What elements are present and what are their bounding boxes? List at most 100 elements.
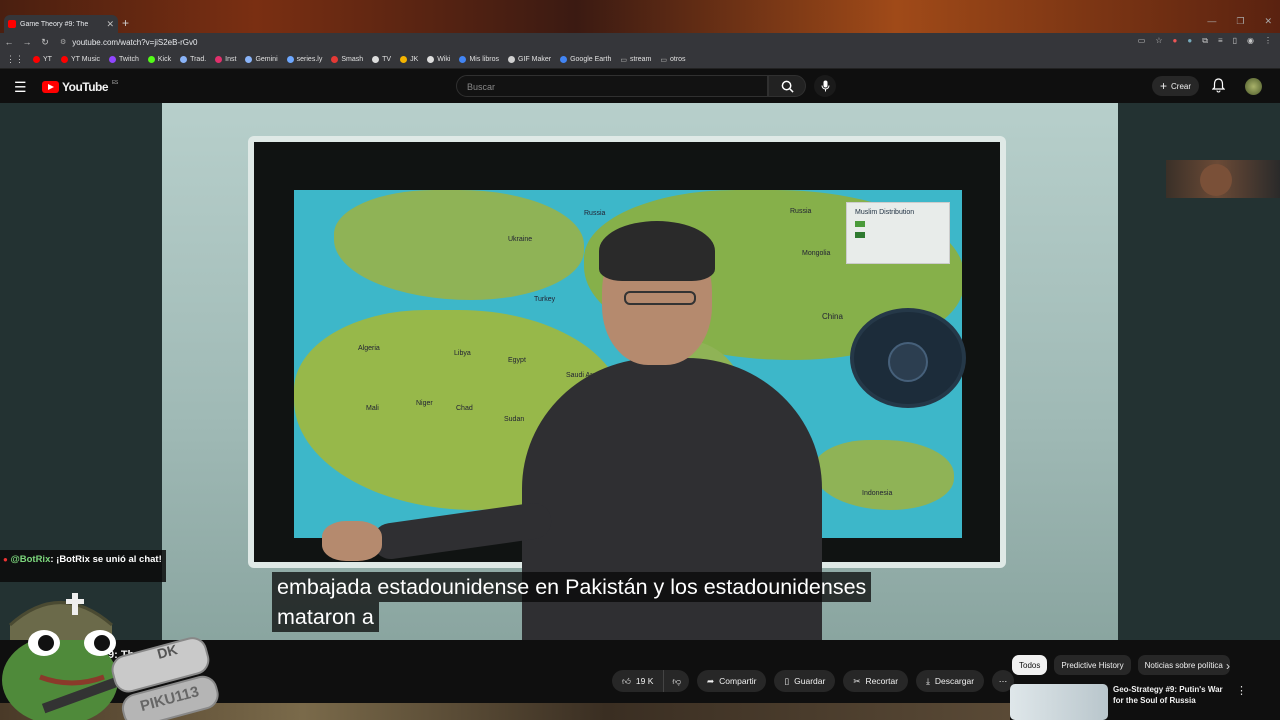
subtitle-line: mataron a — [272, 602, 379, 632]
share-button[interactable]: ➦ Compartir — [697, 670, 767, 692]
bookmark-icon — [508, 56, 516, 63]
legend-title: Muslim Distribution — [855, 209, 915, 216]
chat-badge-icon: ● — [3, 555, 8, 564]
recommendation-title[interactable]: Geo-Strategy #9: Putin's War for the Sou… — [1113, 684, 1223, 706]
bookmark-icon — [215, 56, 223, 63]
tab-title: Game Theory #9: The — [20, 20, 89, 28]
back-icon[interactable]: ← — [0, 37, 18, 47]
bookmark-item[interactable]: Inst — [215, 56, 236, 63]
bookmark-item[interactable]: Trad. — [180, 56, 206, 63]
bookmark-icon — [427, 56, 435, 63]
reload-icon[interactable]: ↻ — [36, 37, 54, 48]
bookmark-item[interactable]: JK — [400, 56, 418, 63]
notifications-button[interactable] — [1211, 78, 1226, 98]
bookmark-item[interactable]: Google Earth — [560, 56, 611, 63]
legend-swatch — [855, 232, 865, 238]
url-text: youtube.com/watch?v=jiS2eB-rGv0 — [72, 37, 198, 47]
bookmark-item[interactable]: YT Music — [60, 56, 100, 63]
like-button[interactable]: 👍︎ 19 K — [612, 670, 665, 692]
extension-icon[interactable]: ● — [1173, 36, 1178, 46]
map-landmass-sea — [814, 440, 954, 510]
bookmark-label: series.ly — [296, 56, 323, 63]
bookmark-label: stream — [629, 56, 652, 63]
extensions-puzzle-icon[interactable]: ⧉ — [1202, 36, 1208, 46]
chip-all[interactable]: Todos — [1012, 655, 1048, 675]
bookmark-item[interactable]: YT — [33, 56, 52, 63]
close-tab-icon[interactable]: ✕ — [106, 19, 114, 30]
bell-icon — [1211, 78, 1226, 93]
bookmark-item[interactable]: series.ly — [286, 56, 323, 63]
address-bar-row: ← → ↻ ⚙ youtube.com/watch?v=jiS2eB-rGv0 … — [0, 33, 1280, 51]
site-info-icon[interactable]: ⚙ — [60, 38, 66, 46]
bookmark-item[interactable]: Smash — [331, 56, 363, 63]
search-button[interactable] — [768, 75, 806, 97]
create-button[interactable]: + Crear — [1152, 76, 1200, 96]
cast-icon[interactable]: ▭ — [1138, 36, 1146, 46]
save-label: Guardar — [794, 676, 826, 686]
bookmark-label: Google Earth — [570, 56, 612, 63]
save-button[interactable]: ▯ Guardar — [774, 670, 836, 692]
recommendation-menu-icon[interactable]: ⋮ — [1236, 684, 1247, 697]
voice-search-button[interactable] — [814, 75, 836, 97]
map-label: Chad — [456, 405, 473, 412]
search-input[interactable]: Buscar — [456, 75, 768, 97]
extension-icon[interactable]: ● — [1187, 36, 1192, 46]
presenter-hair — [599, 221, 715, 281]
dislike-button[interactable]: 👎︎ — [664, 670, 690, 692]
new-tab-icon[interactable]: + — [122, 16, 129, 30]
bookmark-label: otros — [670, 56, 686, 63]
bookmark-item[interactable]: Twitch — [109, 56, 139, 63]
folder-icon: ▭ — [620, 56, 627, 64]
subtitle-line: embajada estadounidense en Pakistán y lo… — [272, 572, 872, 602]
recommendation-filter-chips: Todos Predictive History Noticias sobre … — [1012, 655, 1232, 675]
bookmark-label: YT — [43, 56, 52, 63]
bookmark-item[interactable]: Mis libros — [459, 56, 499, 63]
chevron-right-icon[interactable]: › — [1226, 659, 1230, 673]
recommendation-thumbnail[interactable] — [1010, 684, 1108, 720]
bookmark-label: Trad. — [190, 56, 207, 63]
like-count: 19 K — [635, 676, 654, 686]
bookmark-icon — [60, 56, 68, 63]
hamburger-menu-icon[interactable]: ☰ — [14, 79, 27, 96]
bookmark-item[interactable]: Wiki — [427, 56, 450, 63]
sidebar-icon[interactable]: ▯ — [1233, 36, 1237, 46]
bookmark-label: TV — [382, 56, 392, 63]
restore-icon[interactable]: ❐ — [1236, 16, 1244, 27]
bookmark-folder[interactable]: ▭ otros — [660, 56, 685, 64]
clip-button[interactable]: ✂ Recortar — [843, 670, 909, 692]
close-window-icon[interactable]: ✕ — [1264, 16, 1272, 27]
chip-predictive-history[interactable]: Predictive History — [1054, 655, 1131, 675]
media-icon[interactable]: ≡ — [1218, 36, 1223, 46]
bookmark-icon — [147, 56, 155, 63]
browser-menu-icon[interactable]: ⋮ — [1264, 36, 1272, 46]
create-label: Crear — [1171, 81, 1192, 91]
bookmark-icon — [33, 56, 40, 63]
logo-text: YouTube — [62, 80, 109, 94]
scissors-icon: ✂ — [853, 675, 861, 686]
apps-grid-icon[interactable]: ⋮⋮ — [6, 54, 24, 65]
bookmark-icon — [286, 56, 294, 63]
bookmark-item[interactable]: Kick — [147, 56, 171, 63]
pepe-soldier-overlay: DK PIKU113 — [2, 593, 219, 720]
bookmark-item[interactable]: GIF Maker — [508, 56, 551, 63]
chip-politics-news[interactable]: Noticias sobre política — [1137, 655, 1230, 675]
bookmark-star-icon[interactable]: ☆ — [1155, 36, 1162, 46]
minimize-icon[interactable]: — — [1207, 16, 1216, 27]
forward-icon[interactable]: → — [18, 37, 36, 47]
bookmarks-bar: ⋮⋮ YT YT Music Twitch Kick Trad. Inst Ge… — [0, 51, 1280, 69]
bookmark-icon: ▯ — [784, 675, 790, 686]
url-field[interactable]: ⚙ youtube.com/watch?v=jiS2eB-rGv0 — [60, 35, 1140, 49]
account-avatar[interactable] — [1245, 78, 1262, 95]
profile-icon[interactable]: ◉ — [1247, 36, 1254, 46]
region-code: ES — [112, 80, 118, 86]
video-frame[interactable]: Muslim Distribution Russia Russia Mongol… — [162, 103, 1118, 640]
bookmark-folder[interactable]: ▭ stream — [620, 56, 651, 64]
bookmark-item[interactable]: Gemini — [245, 56, 278, 63]
download-button[interactable]: ⤓ Descargar — [916, 670, 985, 692]
bookmark-label: Mis libros — [469, 56, 500, 63]
browser-tab-active[interactable]: Game Theory #9: The ✕ — [4, 15, 118, 33]
bookmark-label: Gemini — [255, 56, 278, 63]
bookmark-item[interactable]: TV — [372, 56, 391, 63]
bookmark-icon — [560, 56, 568, 63]
youtube-logo[interactable]: YouTube ES — [42, 80, 118, 94]
